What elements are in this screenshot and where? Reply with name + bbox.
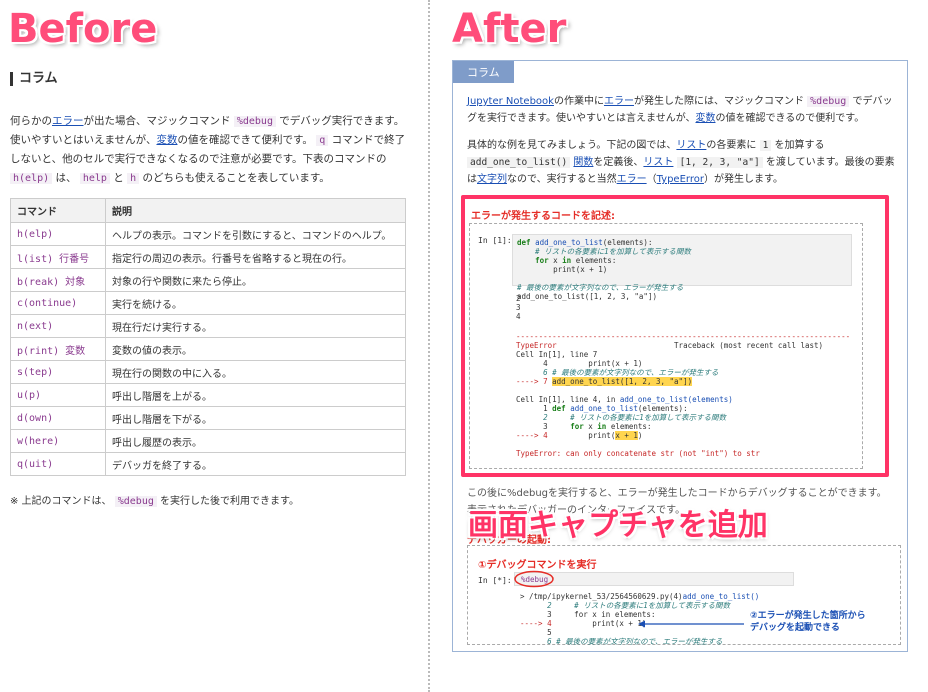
- input-prompt: In [*]:: [478, 576, 512, 585]
- description-cell: ヘルプの表示。コマンドを引数にすると、コマンドのヘルプ。: [105, 222, 406, 246]
- command-cell: w(here): [10, 429, 106, 453]
- error-link[interactable]: エラー: [52, 115, 84, 127]
- cell-output: 2 3 4: [516, 294, 521, 321]
- inline-code: %debug: [807, 96, 850, 107]
- function-link[interactable]: 関数: [573, 157, 593, 168]
- debugger-capture: ①デバッグコマンドを実行 In [*]: %debug > /tmp/ipyke…: [467, 545, 901, 646]
- after-panel: コラム Jupyter Notebookの作業中にエラーが発生した際には、マジッ…: [452, 60, 908, 652]
- after-label: After: [452, 6, 567, 52]
- description-cell: 呼出し階層を下がる。: [105, 406, 406, 430]
- typeerror-link[interactable]: TypeError: [657, 174, 704, 185]
- table-row: c(ontinue) 実行を続ける。: [10, 291, 406, 315]
- magic-cell: %debug: [514, 570, 794, 588]
- error-screenshot-title: エラーが発生するコードを記述:: [471, 211, 615, 222]
- inline-code: q: [316, 135, 329, 146]
- inline-code: h(elp): [10, 173, 53, 184]
- inline-code: 1: [759, 140, 772, 151]
- debugger-section: デバッガーの起動: ①デバッグコマンドを実行 In [*]: %debug > …: [467, 531, 903, 646]
- description-cell: デバッガを終了する。: [105, 452, 406, 476]
- command-cell: q(uit): [10, 452, 106, 476]
- variable-link[interactable]: 変数: [696, 113, 716, 124]
- debug-annotation: ②エラーが発生した箇所から デバッグを起動できる: [750, 611, 866, 633]
- inline-code: %debug: [233, 116, 276, 127]
- command-cell: l(ist) 行番号: [10, 245, 106, 269]
- jupyter-link[interactable]: Jupyter Notebook: [467, 96, 554, 107]
- command-cell: s(tep): [10, 360, 106, 384]
- description-cell: 呼出し履歴の表示。: [105, 429, 406, 453]
- description-cell: 現在行の関数の中に入る。: [105, 360, 406, 384]
- red-circle-highlight: [514, 570, 554, 588]
- code-cell: def add_one_to_list(elements): # リストの各要素…: [512, 234, 852, 301]
- column-title: コラム: [10, 72, 408, 86]
- table-row: d(own) 呼出し階層を下がる。: [10, 406, 406, 430]
- table-header: コマンド: [10, 198, 106, 223]
- table-row: q(uit) デバッガを終了する。: [10, 452, 406, 476]
- traceback: ----------------------------------------…: [516, 332, 851, 458]
- table-row: n(ext) 現在行だけ実行する。: [10, 314, 406, 338]
- description-cell: 呼出し階層を上がる。: [105, 383, 406, 407]
- table-row: p(rint) 変数 変数の値の表示。: [10, 337, 406, 361]
- command-cell: b(reak) 対象: [10, 268, 106, 292]
- divider: [428, 0, 430, 692]
- command-cell: c(ontinue): [10, 291, 106, 315]
- overlay-caption: 画面キャプチャを追加: [468, 508, 768, 543]
- arrow-left-icon: [638, 620, 744, 628]
- notebook-capture: In [1]: def add_one_to_list(elements): #…: [469, 223, 863, 469]
- debug-step-title: ①デバッグコマンドを実行: [478, 560, 597, 571]
- table-header: 説明: [105, 198, 406, 223]
- command-cell: n(ext): [10, 314, 106, 338]
- before-panel: コラム 何らかのエラーが出た場合、マジックコマンド %debug でデバッグ実行…: [10, 72, 408, 507]
- table-row: b(reak) 対象 対象の行や関数に来たら停止。: [10, 268, 406, 292]
- description-cell: 対象の行や関数に来たら停止。: [105, 268, 406, 292]
- description-cell: 変数の値の表示。: [105, 337, 406, 361]
- table-row: w(here) 呼出し履歴の表示。: [10, 429, 406, 453]
- command-cell: u(p): [10, 383, 106, 407]
- error-screenshot-frame: エラーが発生するコードを記述: In [1]: def add_one_to_l…: [461, 195, 889, 477]
- table-row: s(tep) 現在行の関数の中に入る。: [10, 360, 406, 384]
- intro-paragraph: 何らかのエラーが出た場合、マジックコマンド %debug でデバッグ実行できます…: [10, 115, 406, 184]
- description-cell: 指定行の周辺の表示。行番号を省略すると現在の行。: [105, 245, 406, 269]
- error-link[interactable]: エラー: [617, 174, 647, 185]
- list-link[interactable]: リスト: [643, 157, 673, 168]
- command-cell: p(rint) 変数: [10, 337, 106, 361]
- command-cell: d(own): [10, 406, 106, 430]
- footnote: ※ 上記のコマンドは、 %debug を実行した後で利用できます。: [10, 496, 300, 507]
- intro-paragraph: Jupyter Notebookの作業中にエラーが発生した際には、マジックコマン…: [467, 96, 893, 124]
- inline-code: h: [127, 173, 140, 184]
- example-paragraph: 具体的な例を見てみましょう。下記の図では、リストの各要素に 1 を加算する ad…: [467, 140, 895, 185]
- table-row: h(elp) ヘルプの表示。コマンドを引数にすると、コマンドのヘルプ。: [10, 222, 406, 246]
- table-row: l(ist) 行番号 指定行の周辺の表示。行番号を省略すると現在の行。: [10, 245, 406, 269]
- input-prompt: In [1]:: [478, 236, 512, 245]
- table-row: u(p) 呼出し階層を上がる。: [10, 383, 406, 407]
- description-cell: 実行を続ける。: [105, 291, 406, 315]
- string-link[interactable]: 文字列: [477, 174, 507, 185]
- inline-code: %debug: [114, 496, 157, 507]
- command-table: コマンド 説明 h(elp) ヘルプの表示。コマンドを引数にすると、コマンドのヘル…: [10, 198, 406, 476]
- column-tab: コラム: [453, 61, 514, 83]
- before-label: Before: [8, 6, 158, 52]
- code-lines: def add_one_to_list(elements): # リストの各要素…: [517, 238, 691, 301]
- description-cell: 現在行だけ実行する。: [105, 314, 406, 338]
- list-link[interactable]: リスト: [676, 140, 706, 151]
- error-link[interactable]: エラー: [604, 96, 634, 107]
- inline-code: [1, 2, 3, "a"]: [676, 157, 763, 168]
- variable-link[interactable]: 変数: [156, 134, 177, 146]
- inline-code: help: [79, 173, 110, 184]
- command-cell: h(elp): [10, 222, 106, 246]
- inline-code: add_one_to_list(): [467, 157, 571, 168]
